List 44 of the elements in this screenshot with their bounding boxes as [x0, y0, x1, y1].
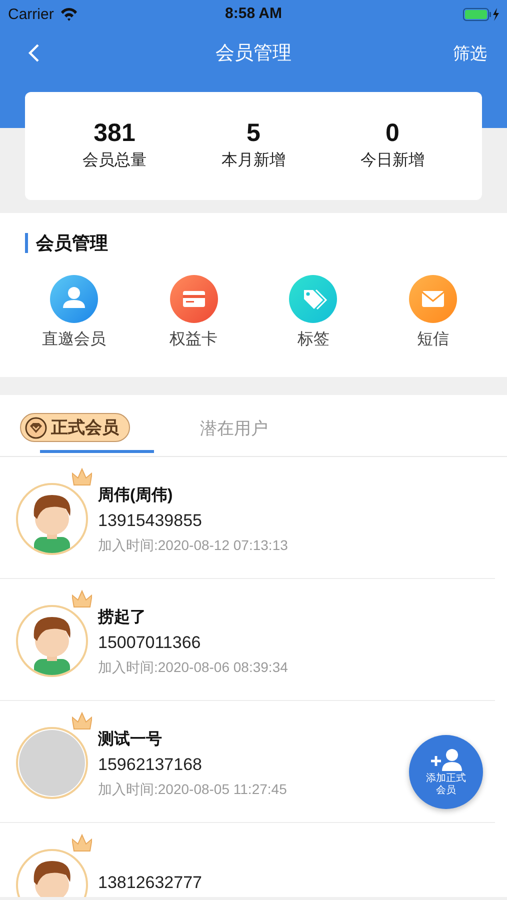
member-name: 周伟(周伟) [98, 486, 174, 506]
person-icon[interactable] [50, 275, 98, 323]
stat-label: 会员总量 [82, 151, 146, 171]
card-icon[interactable] [170, 275, 218, 323]
page-title: 会员管理 [216, 42, 292, 66]
member-phone: 15962137168 [98, 755, 204, 775]
avatar-drawing [16, 483, 88, 555]
avatar-drawing [16, 605, 88, 677]
member-name: 捞起了 [98, 608, 147, 628]
stat-label: 本月新增 [222, 150, 286, 171]
join-time: 加入时间:2020-08-05 11:27:45 [98, 781, 287, 799]
carrier-label: Carrier [8, 6, 54, 22]
envelope-icon[interactable] [409, 275, 458, 323]
action-label[interactable]: 权益卡 [170, 329, 218, 350]
add-person-icon [429, 746, 463, 770]
battery-icon [463, 8, 499, 20]
crown-icon [72, 711, 92, 730]
member-phone: 15007011366 [98, 633, 202, 653]
crown-icon [72, 833, 92, 852]
section-title: 会员管理 [36, 232, 108, 255]
member-tab[interactable]: 正式会员 [14, 395, 154, 456]
join-time: 加入时间:2020-08-06 08:39:34 [98, 659, 288, 677]
tag-icon[interactable] [289, 275, 338, 323]
avatar-placeholder [16, 727, 88, 799]
stat-value: 0 [386, 121, 400, 146]
status-time: 8:58 AM [225, 5, 282, 22]
stat-value: 381 [94, 121, 136, 146]
stat-value: 5 [246, 121, 260, 146]
member-row[interactable]: 周伟(周伟) 13915439855 加入时间:2020-08-12 07:13:13 [0, 457, 495, 579]
stat-label: 今日新增 [360, 150, 424, 171]
member-name: 测试一号 [98, 730, 163, 750]
action-label[interactable]: 直邀会员 [42, 329, 106, 350]
filter-button[interactable]: 筛选 [453, 42, 487, 64]
member-phone: 13812632777 [98, 873, 202, 893]
action-label[interactable]: 短信 [417, 329, 450, 350]
action-label[interactable]: 标签 [297, 329, 330, 350]
back-icon[interactable] [28, 43, 40, 63]
wifi-icon [60, 7, 78, 21]
member-row[interactable]: 13812632777 [0, 823, 495, 897]
crown-icon [72, 467, 92, 486]
member-row[interactable]: 捞起了 15007011366 加入时间:2020-08-06 08:39:34 [0, 579, 495, 701]
join-time: 加入时间:2020-08-12 07:13:13 [98, 537, 288, 555]
crown-icon [72, 589, 92, 608]
member-phone: 13915439855 [98, 511, 204, 531]
